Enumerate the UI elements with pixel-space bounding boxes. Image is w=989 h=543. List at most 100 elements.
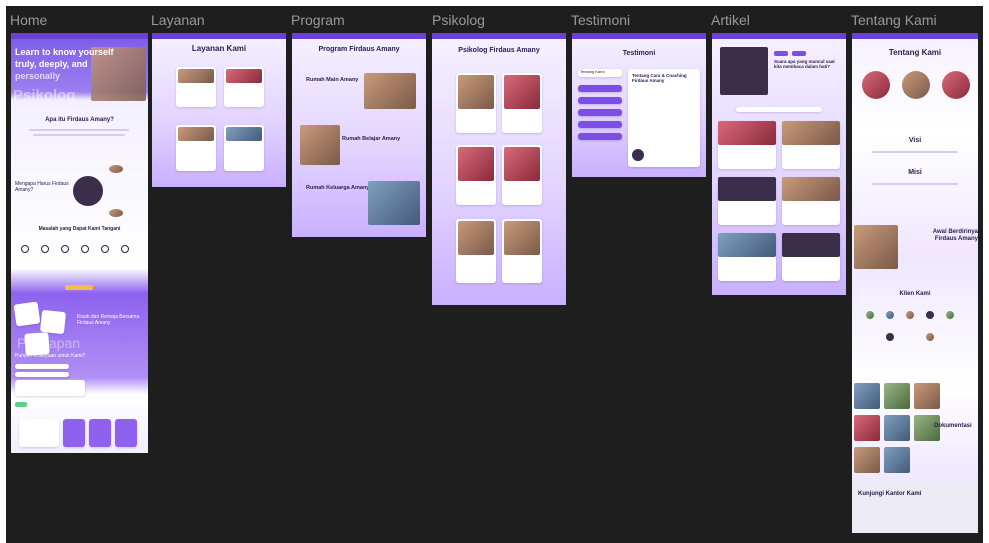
story-card[interactable] <box>13 301 41 327</box>
visi-text <box>872 151 958 153</box>
frame-program[interactable]: Program Firdaus Amany Rumah Main Amany R… <box>292 33 426 237</box>
frame-label-tentang-kami[interactable]: Tentang Kami <box>851 12 937 28</box>
service-photo <box>226 127 262 141</box>
program-photo <box>368 181 420 225</box>
artboard-area[interactable]: Home Layanan Program Psikolog Testimoni … <box>6 6 983 543</box>
why-illustration <box>109 165 123 173</box>
frame-testimoni[interactable]: Testimoni Tentang Kami Tentang Cara & Co… <box>572 33 706 177</box>
psychologist-photo <box>504 147 540 181</box>
testimoni-tab[interactable] <box>578 133 622 140</box>
documentation-photo <box>854 383 880 409</box>
documentation-photo <box>884 447 910 473</box>
hero-heading-line-1: Learn to know yourself <box>15 47 114 57</box>
history-photo <box>854 225 898 269</box>
article-card[interactable] <box>782 121 840 169</box>
psychologist-photo <box>504 221 540 255</box>
story-card[interactable] <box>39 309 67 335</box>
why-title: Mengapa Harus Firdaus Amany? <box>15 181 69 193</box>
psychologist-card[interactable] <box>502 73 542 133</box>
misi-heading: Misi <box>908 169 922 176</box>
testimoni-tab[interactable] <box>578 121 622 128</box>
psychologist-photo <box>458 75 494 109</box>
testimoni-tab[interactable] <box>578 85 622 92</box>
client-logo <box>886 311 894 319</box>
service-photo <box>178 127 214 141</box>
program-photo <box>300 125 340 165</box>
article-card[interactable] <box>782 177 840 225</box>
frame-label-layanan[interactable]: Layanan <box>151 12 205 28</box>
tag-chip[interactable] <box>792 51 806 56</box>
cta-button[interactable] <box>65 285 93 290</box>
testimoni-tab[interactable] <box>578 109 622 116</box>
service-photo <box>226 69 262 83</box>
psychologist-card[interactable] <box>502 219 542 283</box>
documentation-photo <box>914 383 940 409</box>
navbar <box>292 33 426 39</box>
service-card[interactable] <box>224 67 264 107</box>
design-canvas: Home Layanan Program Psikolog Testimoni … <box>0 0 989 543</box>
testimoni-tab[interactable]: Tentang Kami <box>578 69 622 77</box>
service-card[interactable] <box>224 125 264 171</box>
faq-input[interactable] <box>15 364 69 369</box>
faq-input[interactable] <box>15 372 69 377</box>
article-card[interactable] <box>782 233 840 281</box>
testimoni-tab[interactable] <box>578 97 622 104</box>
frame-label-artikel[interactable]: Artikel <box>711 12 750 28</box>
faq-title: Punya Pertanyaan untuk Kami? <box>15 353 86 359</box>
about-text <box>33 134 125 136</box>
psikolog-title: Psikolog Firdaus Amany <box>458 47 540 54</box>
frame-label-home[interactable]: Home <box>10 12 47 28</box>
founder-avatar <box>862 71 890 99</box>
program-item-title: Rumah Main Amany <box>306 77 359 83</box>
problems-title: Masalah yang Dapat Kami Tangani <box>38 226 121 232</box>
about-title: Apa itu Firdaus Amany? <box>45 117 114 123</box>
testimoni-card-title: Tentang Cara & Coaching Firdaus Amany <box>632 73 687 84</box>
program-item-title: Rumah Belajar Amany <box>342 136 401 142</box>
office-map[interactable] <box>852 481 978 533</box>
navbar <box>11 33 148 39</box>
article-card[interactable] <box>718 121 776 169</box>
article-search-bar[interactable] <box>736 107 822 112</box>
problem-icon <box>101 245 109 253</box>
psychologist-card[interactable] <box>456 73 496 133</box>
service-card[interactable] <box>176 67 216 107</box>
hero-heading-line-3: personally <box>15 71 61 81</box>
article-image <box>718 121 776 145</box>
client-logo <box>866 311 874 319</box>
psychologist-photo <box>458 221 494 255</box>
why-illustration <box>109 209 123 217</box>
faq-submit-button[interactable] <box>15 402 27 407</box>
frame-label-program[interactable]: Program <box>291 12 345 28</box>
article-image <box>718 177 776 201</box>
documentation-heading: Dokumentasi <box>934 423 972 429</box>
psychologist-card[interactable] <box>456 145 496 205</box>
founder-avatar <box>902 71 930 99</box>
frame-layanan[interactable]: Layanan Kami <box>152 33 286 187</box>
navbar <box>852 33 978 39</box>
problem-icon <box>121 245 129 253</box>
navbar <box>152 33 286 39</box>
article-card[interactable] <box>718 233 776 281</box>
article-card[interactable] <box>718 177 776 225</box>
frame-label-psikolog[interactable]: Psikolog <box>432 12 485 28</box>
psychologist-photo <box>504 75 540 109</box>
client-logo <box>946 311 954 319</box>
psychologist-card[interactable] <box>456 219 496 283</box>
frame-label-testimoni[interactable]: Testimoni <box>571 12 630 28</box>
problem-icon <box>21 245 29 253</box>
footer-block <box>89 419 111 447</box>
frame-tentang-kami[interactable]: Tentang Kami Visi Misi Awal Berdirinya F… <box>852 33 978 533</box>
frame-psikolog[interactable]: Psikolog Firdaus Amany <box>432 33 566 305</box>
service-card[interactable] <box>176 125 216 171</box>
service-photo <box>178 69 214 83</box>
frame-artikel[interactable]: Suara apa yang muncul saat kita membaca … <box>712 33 846 295</box>
why-photo <box>73 176 103 206</box>
navbar <box>432 33 566 39</box>
promo-text: Kisah dari Remaja Bersama Firdaus Amany <box>77 314 140 326</box>
faq-textarea[interactable] <box>15 380 85 396</box>
featured-article-title[interactable]: Suara apa yang muncul saat kita membaca … <box>774 59 840 69</box>
navbar <box>712 33 846 39</box>
psychologist-card[interactable] <box>502 145 542 205</box>
tag-chip[interactable] <box>774 51 788 56</box>
frame-home[interactable]: Learn to know yourself truly, deeply, an… <box>11 33 148 453</box>
